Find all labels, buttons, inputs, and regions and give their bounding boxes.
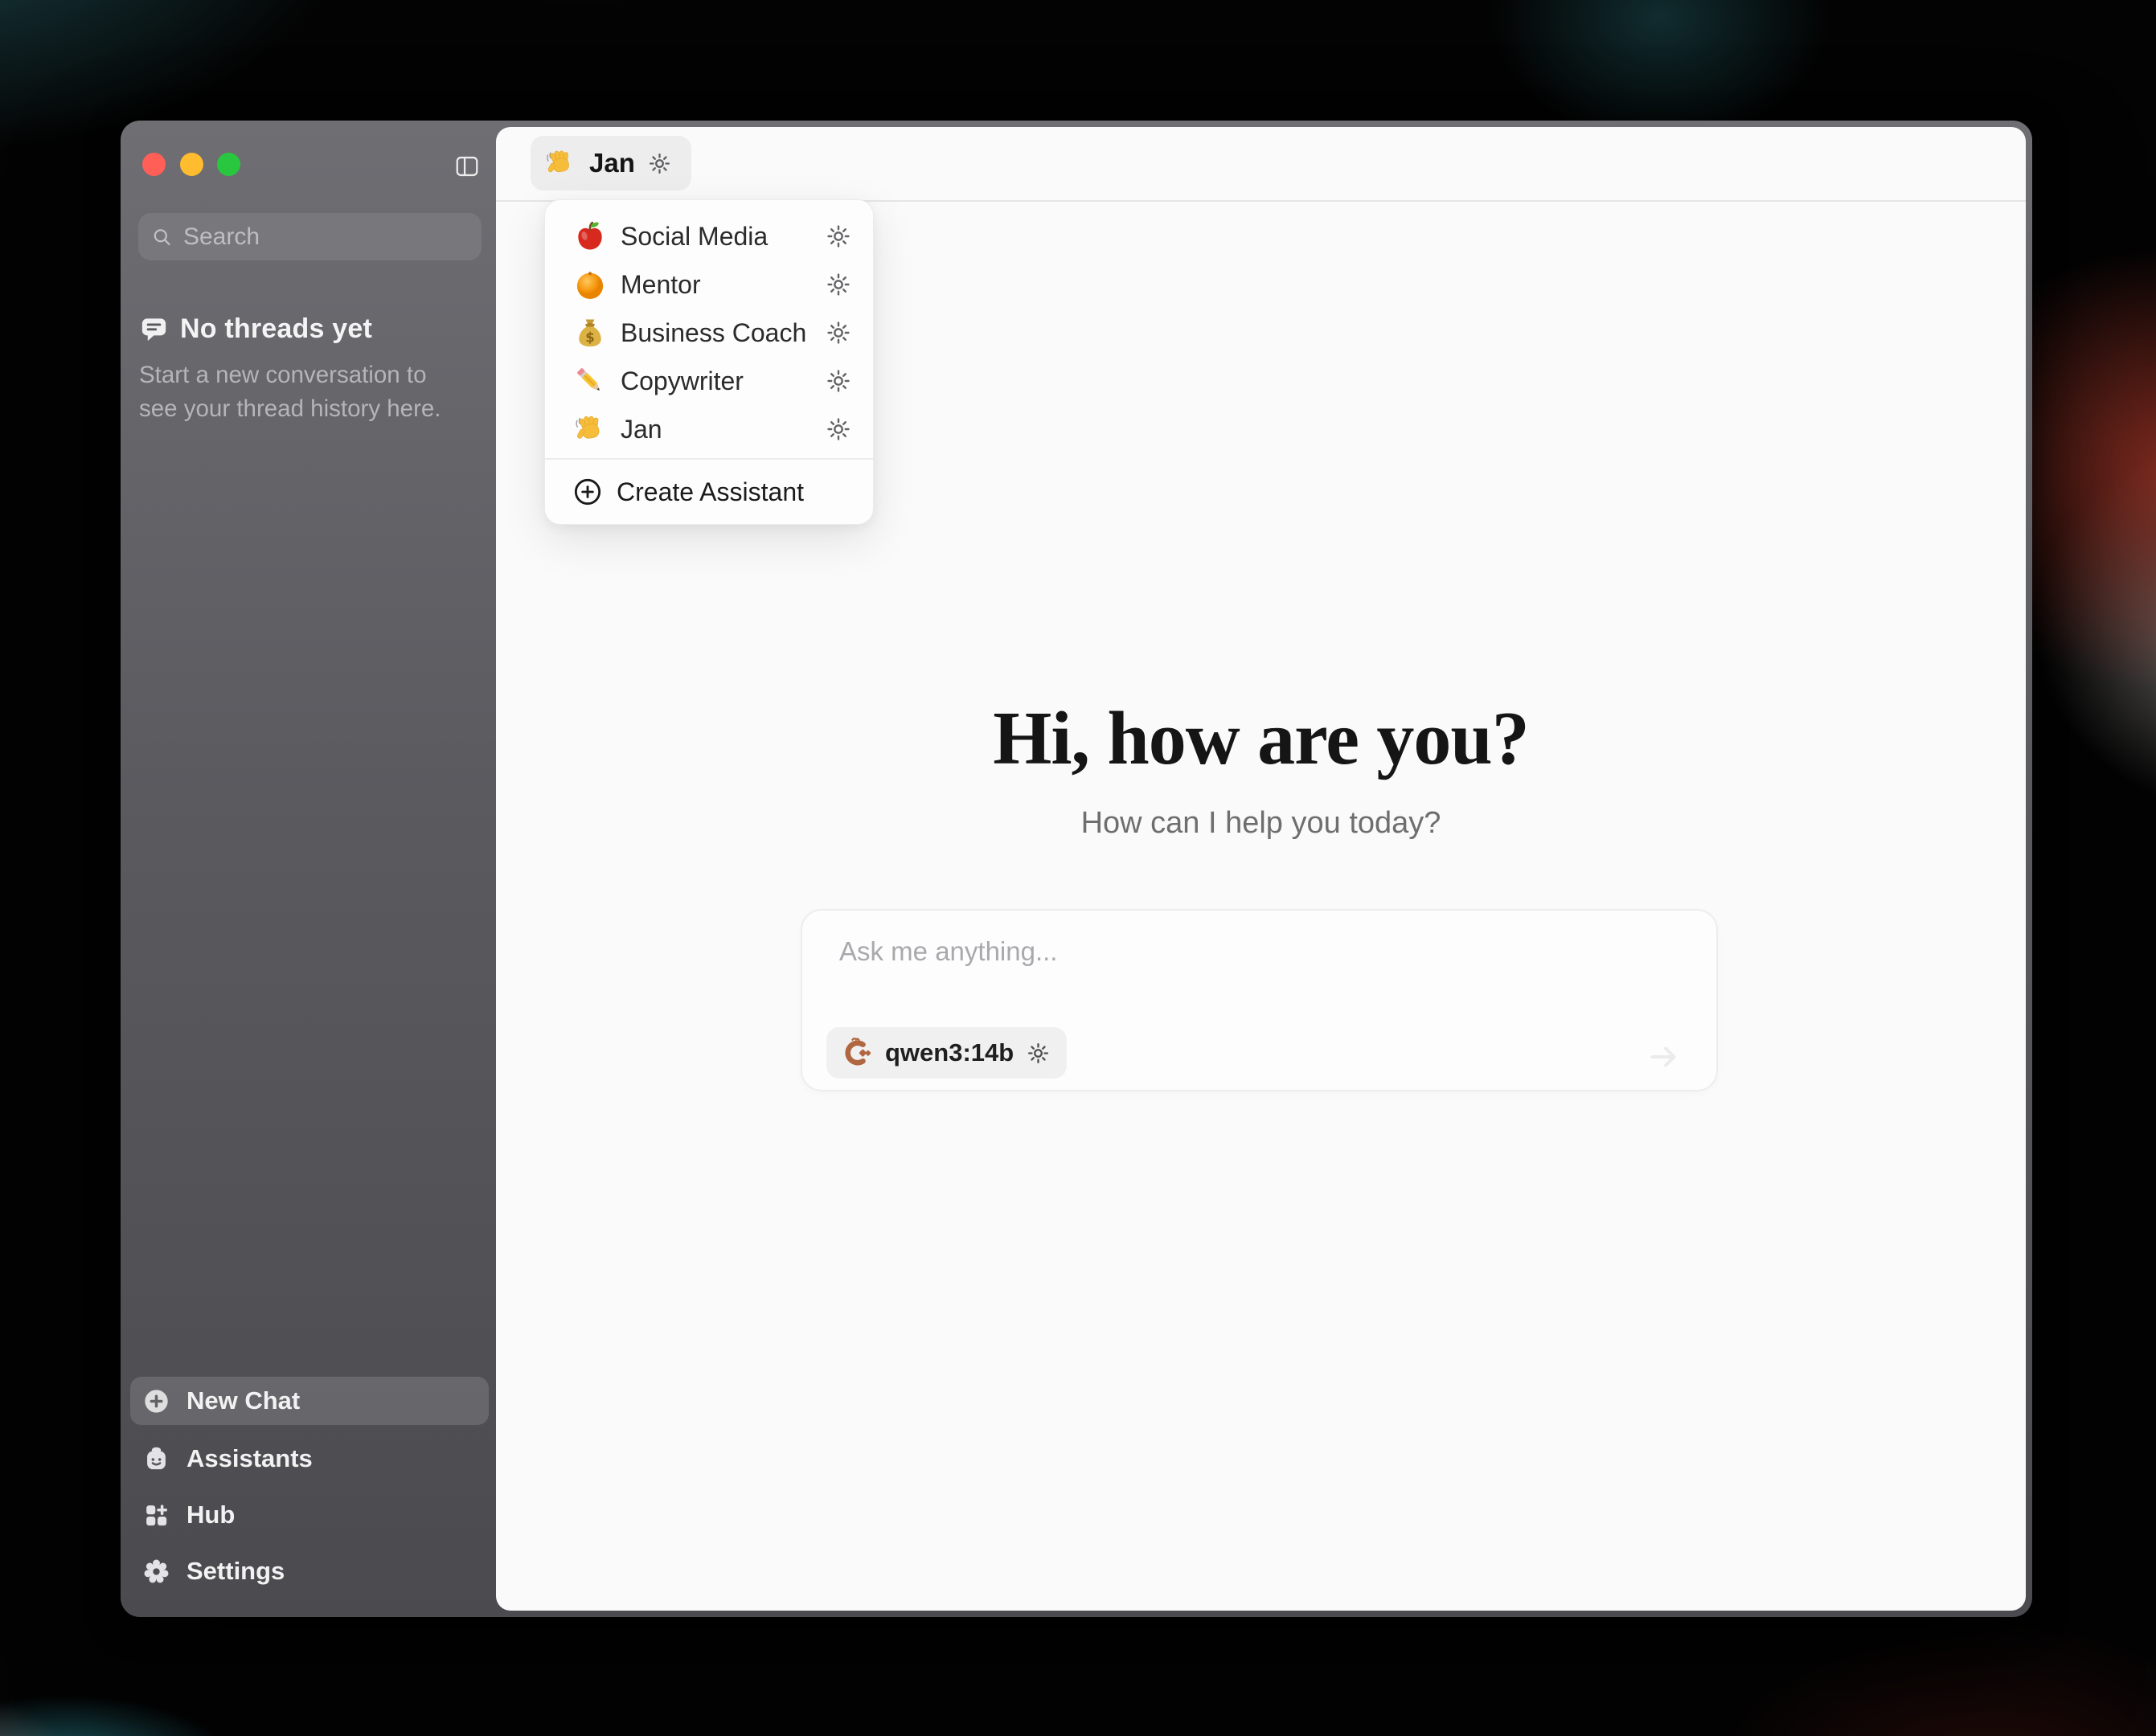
assistant-menu-item-label: Social Media [621,222,825,252]
greeting-subtitle: How can I help you today? [496,806,2026,841]
assistant-menu-item-social-media[interactable]: Social Media [545,212,873,260]
assistant-menu-item-copywriter[interactable]: Copywriter [545,357,873,405]
jan-app-window: No threads yet Start a new conversation … [121,121,2032,1617]
svg-text:$: $ [585,330,594,346]
main-panel: Jan [496,127,2026,1611]
send-arrow-icon [1644,1038,1683,1076]
chat-composer: qwen3:14b [801,909,1718,1091]
window-zoom-button[interactable] [217,153,240,176]
model-provider-icon [839,1036,873,1070]
assistant-menu-item-label: Business Coach [621,318,825,348]
gear-icon[interactable] [825,223,852,250]
assistant-settings-gear-icon[interactable] [647,151,672,176]
grid-plus-icon [141,1501,171,1530]
robot-icon [141,1444,171,1474]
model-name-label: qwen3:14b [885,1038,1014,1067]
gear-icon [141,1557,171,1587]
wave-emoji-icon [572,411,608,447]
money-bag-emoji-icon: $ [572,315,608,350]
sidebar-item-label: Assistants [186,1444,313,1473]
greeting-title: Hi, how are you? [496,695,2026,782]
empty-state-title: No threads yet [180,313,372,345]
assistant-dropdown-menu: Social Media [544,199,874,525]
chat-input[interactable] [802,911,1716,1007]
assistant-selector-button[interactable]: Jan [531,136,691,190]
sidebar-item-hub[interactable]: Hub [130,1491,489,1539]
pencil-emoji-icon [572,363,608,399]
assistant-menu-item-label: Copywriter [621,366,825,396]
window-close-button[interactable] [142,153,166,176]
empty-state-subtitle: Start a new conversation to see your thr… [139,358,461,426]
sidebar-item-new-chat[interactable]: New Chat [130,1377,489,1425]
sidebar-item-label: Settings [186,1557,285,1586]
search-icon [151,225,173,249]
assistant-menu-item-label: Mentor [621,270,825,300]
send-button[interactable] [1644,1038,1683,1076]
gear-icon[interactable] [825,319,852,346]
gear-icon[interactable] [825,367,852,395]
plus-circle-outline-icon [572,476,604,508]
assistant-menu-item-business-coach[interactable]: $ Business Coach [545,309,873,357]
model-selector-button[interactable]: qwen3:14b [826,1027,1067,1079]
assistant-menu-item-mentor[interactable]: Mentor [545,260,873,309]
sidebar-item-label: New Chat [186,1386,300,1415]
chat-header: Jan [496,127,2026,200]
sidebar: No threads yet Start a new conversation … [121,121,496,1617]
sidebar-toggle-button[interactable] [454,153,480,180]
wave-emoji-icon [543,146,577,180]
sidebar-toggle-icon [454,153,480,180]
sidebar-item-settings[interactable]: Settings [130,1547,489,1595]
create-assistant-button[interactable]: Create Assistant [545,460,873,525]
gear-icon[interactable] [825,416,852,443]
desktop-wallpaper: No threads yet Start a new conversation … [0,0,2156,1736]
window-minimize-button[interactable] [180,153,203,176]
create-assistant-label: Create Assistant [617,477,852,507]
search-field[interactable] [138,213,482,260]
apple-emoji-icon [572,219,608,254]
search-input[interactable] [183,223,469,251]
plus-circle-icon [141,1386,171,1416]
sidebar-item-label: Hub [186,1501,235,1529]
active-assistant-name: Jan [589,148,635,178]
assistant-menu-item-jan[interactable]: Jan [545,405,873,453]
gear-icon[interactable] [825,271,852,298]
tangerine-emoji-icon [572,267,608,302]
sidebar-item-assistants[interactable]: Assistants [130,1435,489,1483]
model-settings-gear-icon[interactable] [1026,1041,1051,1066]
chat-bubble-icon [139,314,169,344]
assistant-menu-item-label: Jan [621,415,825,444]
